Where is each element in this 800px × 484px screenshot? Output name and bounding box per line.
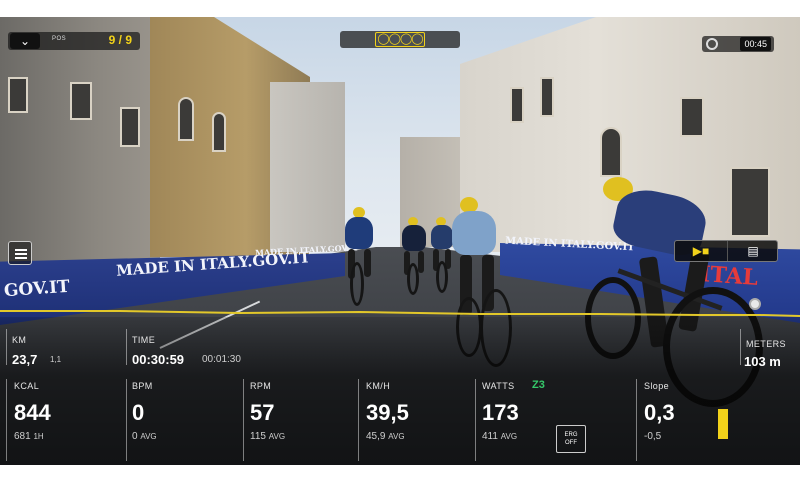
window — [680, 97, 704, 137]
bpm-sub: 0 AVG — [132, 431, 157, 442]
rider — [398, 217, 432, 297]
map-icon: ▤ — [747, 244, 759, 258]
divider — [243, 379, 244, 461]
time-value: 00:30:59 — [132, 352, 185, 367]
kcal-label: KCAL — [14, 381, 40, 391]
rpm-value: 57 — [250, 400, 275, 425]
kmh-sub: 45,9 AVG — [366, 431, 405, 442]
menu-button[interactable] — [8, 241, 32, 265]
divider — [475, 379, 476, 461]
window — [600, 127, 622, 177]
rpm-label: RPM — [250, 381, 272, 391]
time-sub: 00:01:30 — [202, 354, 241, 365]
clock-time: 00:45 — [740, 37, 771, 51]
slope-value: 0,3 — [644, 400, 675, 425]
window — [70, 82, 92, 120]
position-box: ⌄ POS 9 / 9 — [8, 32, 140, 50]
divider — [126, 379, 127, 461]
ride-screen: GOV.IT MADE IN ITALY.GOV.IT MADE IN ITAL… — [0, 17, 800, 465]
divider — [358, 379, 359, 461]
erg-toggle-button[interactable]: ERG OFF — [556, 425, 586, 453]
camera-button[interactable]: ▶■ — [675, 241, 727, 261]
window — [178, 97, 194, 141]
collapse-toggle-button[interactable]: ⌄ — [10, 33, 40, 49]
stats-panel: KM 23,7 1,1 TIME 00:30:59 00:01:30 METER… — [0, 317, 800, 465]
window — [212, 112, 226, 152]
km-value: 23,7 — [12, 352, 38, 367]
rpm-sub: 115 AVG — [250, 431, 286, 442]
window — [540, 77, 554, 117]
clock-icon — [706, 38, 718, 50]
divider — [126, 329, 127, 365]
bpm-label: BPM — [132, 381, 153, 391]
bpm-value: 0 — [132, 400, 145, 425]
route-position-marker — [749, 298, 761, 310]
bike-group-icon: ◯◯◯◯ — [375, 32, 425, 47]
divider — [6, 379, 7, 461]
time-label: TIME — [132, 335, 156, 345]
divider — [636, 379, 637, 461]
kmh-value: 39,5 — [366, 400, 409, 425]
watts-value: 173 — [482, 400, 519, 425]
rider — [340, 207, 380, 307]
position-label: POS — [52, 36, 67, 42]
elevation-position-marker — [718, 409, 728, 439]
divider — [740, 329, 741, 365]
km-sub: 1,1 — [50, 355, 62, 364]
position-value: 9 / 9 — [108, 33, 132, 47]
kmh-label: KM/H — [366, 381, 391, 391]
watts-sub: 411 AVG — [482, 431, 518, 442]
menu-icon — [15, 249, 27, 251]
camera-icon: ▶■ — [692, 244, 710, 258]
view-toggle: ▶■ ▤ — [674, 240, 778, 262]
kcal-value: 844 — [14, 400, 51, 425]
window — [120, 107, 140, 147]
map-button[interactable]: ▤ — [727, 241, 778, 261]
meters-value: 103 m — [744, 354, 781, 369]
km-label: KM — [12, 335, 27, 345]
window — [510, 87, 524, 123]
riders-group-box[interactable]: ◯◯◯◯ — [340, 31, 460, 48]
power-zone: Z3 — [532, 379, 545, 391]
slope-sub: -0,5 — [644, 431, 662, 442]
slope-label: Slope — [644, 381, 670, 391]
clock-box: 00:45 — [702, 36, 774, 52]
kcal-sub: 681 1H — [14, 431, 44, 442]
building-left-far — [270, 82, 345, 252]
window — [8, 77, 28, 113]
meters-label: METERS — [746, 339, 786, 349]
divider — [6, 329, 7, 365]
watts-label: WATTS — [482, 381, 515, 391]
